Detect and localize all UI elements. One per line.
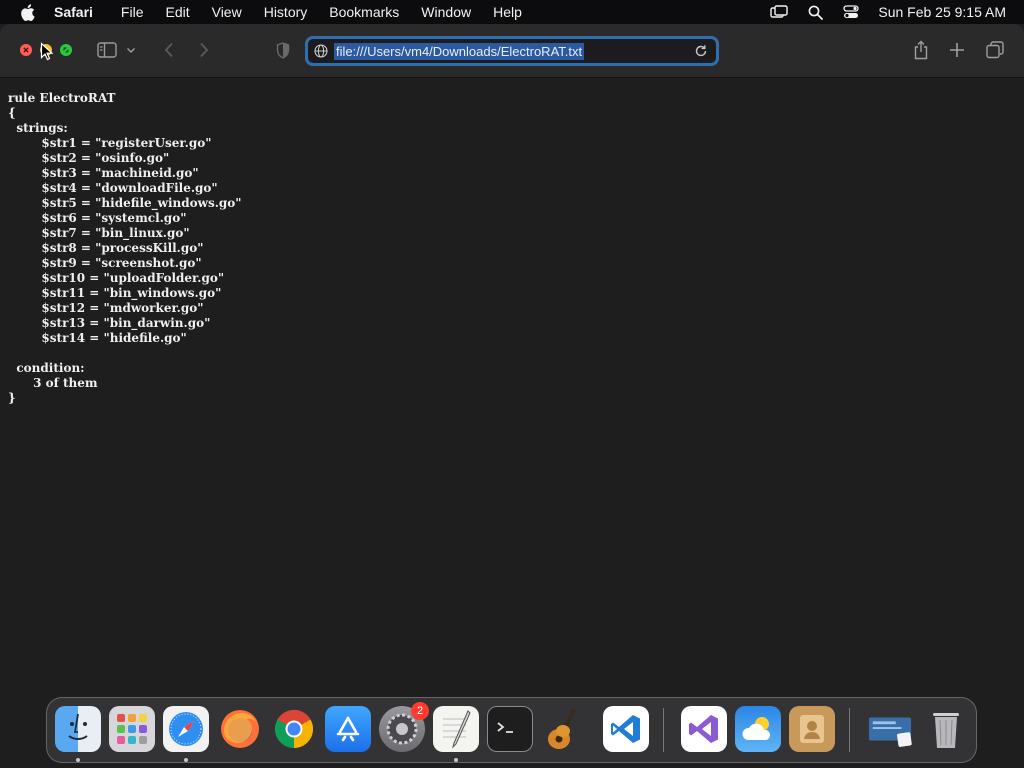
app-store-icon[interactable] <box>325 706 371 752</box>
tab-overview-icon[interactable] <box>984 39 1006 61</box>
menu-bookmarks[interactable]: Bookmarks <box>329 4 399 20</box>
notification-badge: 2 <box>411 702 429 720</box>
url-text[interactable]: file:///Users/vm4/Downloads/ElectroRAT.t… <box>334 42 585 60</box>
safari-icon[interactable] <box>163 706 209 752</box>
spotlight-search-icon[interactable] <box>806 3 824 21</box>
fullscreen-window-button[interactable] <box>60 44 72 56</box>
system-settings-icon[interactable]: 2 <box>379 702 429 752</box>
back-arrow-icon[interactable] <box>158 39 180 61</box>
privacy-shield-icon[interactable] <box>272 39 294 61</box>
downloads-stack-icon[interactable] <box>867 706 913 752</box>
menu-app-name[interactable]: Safari <box>54 4 93 20</box>
launchpad-icon[interactable] <box>109 706 155 752</box>
garageband-icon[interactable] <box>541 706 587 752</box>
textedit-icon[interactable] <box>433 706 479 752</box>
dock: 2 <box>46 697 977 763</box>
forward-arrow-icon[interactable] <box>193 39 215 61</box>
dock-separator <box>849 708 850 752</box>
close-window-button[interactable] <box>20 44 32 56</box>
document-text: rule ElectroRAT { strings: $str1 = "regi… <box>8 91 242 405</box>
reload-icon[interactable] <box>694 44 710 60</box>
menubar-clock[interactable]: Sun Feb 25 9:15 AM <box>878 4 1006 20</box>
menu-view[interactable]: View <box>212 4 242 20</box>
chevron-down-icon[interactable] <box>124 39 138 61</box>
menu-history[interactable]: History <box>264 4 308 20</box>
dock-separator <box>663 708 664 752</box>
menu-help[interactable]: Help <box>493 4 522 20</box>
screen-mirroring-icon[interactable] <box>770 3 789 21</box>
menu-file[interactable]: File <box>121 4 144 20</box>
terminal-icon[interactable] <box>487 706 533 752</box>
address-bar[interactable]: file:///Users/vm4/Downloads/ElectroRAT.t… <box>305 36 719 66</box>
weather-icon[interactable] <box>735 706 781 752</box>
mouse-pointer-icon <box>40 42 54 61</box>
sidebar-toggle-icon[interactable] <box>96 39 118 61</box>
new-tab-plus-icon[interactable] <box>946 39 968 61</box>
firefox-icon[interactable] <box>217 706 263 752</box>
browser-toolbar: file:///Users/vm4/Downloads/ElectroRAT.t… <box>0 24 1024 78</box>
menu-edit[interactable]: Edit <box>165 4 189 20</box>
finder-running-indicator <box>76 758 80 762</box>
share-icon[interactable] <box>910 39 932 61</box>
trash-icon[interactable] <box>923 706 969 752</box>
visual-studio-icon[interactable] <box>681 706 727 752</box>
contacts-icon[interactable] <box>789 706 835 752</box>
globe-icon <box>314 43 330 59</box>
safari-running-indicator <box>184 758 188 762</box>
page-content: rule ElectroRAT { strings: $str1 = "regi… <box>0 79 1024 695</box>
control-center-icon[interactable] <box>842 3 860 21</box>
textedit-running-indicator <box>454 758 458 762</box>
menu-window[interactable]: Window <box>421 4 471 20</box>
vscode-icon[interactable] <box>603 706 649 752</box>
safari-window: file:///Users/vm4/Downloads/ElectroRAT.t… <box>0 24 1024 695</box>
chrome-icon[interactable] <box>271 706 317 752</box>
apple-icon[interactable] <box>18 3 36 21</box>
finder-icon[interactable] <box>55 706 101 752</box>
menu-bar: Safari File Edit View History Bookmarks … <box>0 0 1024 24</box>
